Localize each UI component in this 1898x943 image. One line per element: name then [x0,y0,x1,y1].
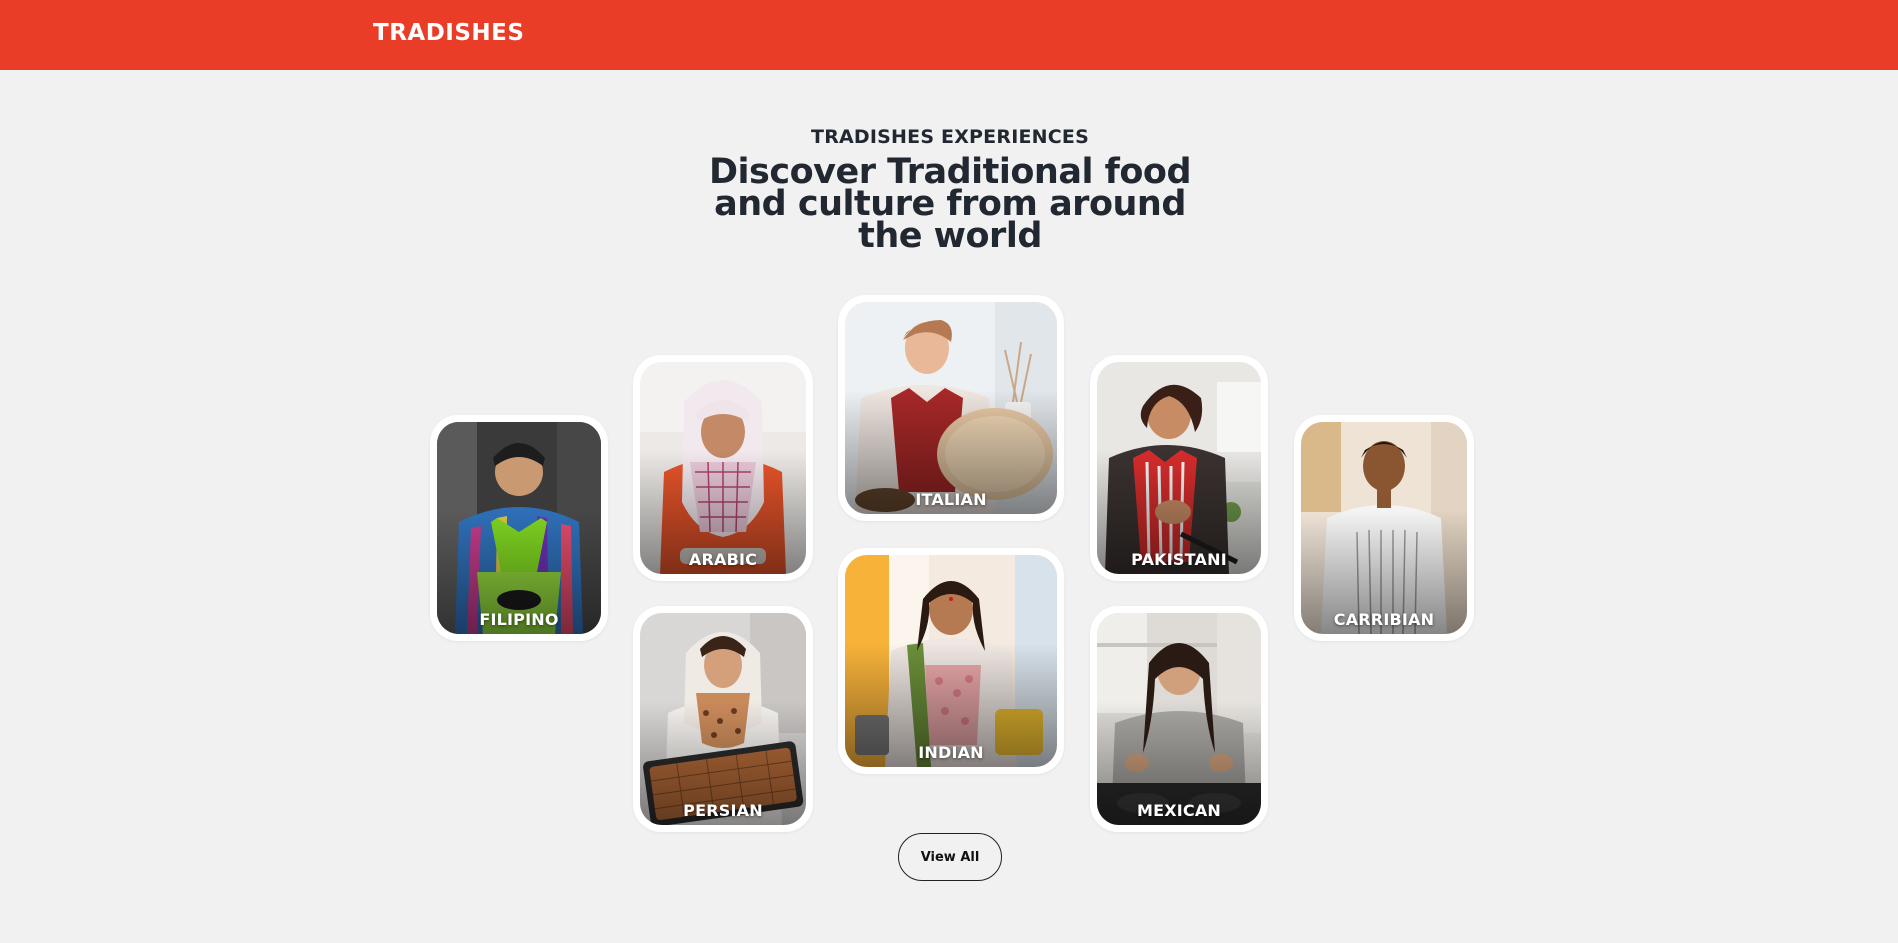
cuisine-card-persian[interactable]: PERSIAN [633,606,813,832]
cuisine-label-indian: INDIAN [918,743,984,762]
cuisine-card-pakistani[interactable]: PAKISTANI [1090,355,1268,581]
cuisine-label-carribian: CARRIBIAN [1333,610,1435,629]
cuisine-card-indian[interactable]: INDIAN [838,548,1064,774]
section-eyebrow: TRADISHES EXPERIENCES [811,126,1089,148]
cuisine-card-arabic[interactable]: ARABIC [633,355,813,581]
cuisine-label-pakistani: PAKISTANI [1131,550,1227,569]
brand-logo[interactable]: TRADISHES [373,20,524,46]
cuisine-label-mexican: MEXICAN [1136,801,1222,820]
cuisine-card-mexican[interactable]: MEXICAN [1090,606,1268,832]
cuisine-card-italian[interactable]: ITALIAN [838,295,1064,521]
cuisine-label-italian: ITALIAN [915,490,987,509]
cuisine-card-carribian[interactable]: CARRIBIAN [1294,415,1474,641]
cuisine-card-filipino[interactable]: FILIPINO [430,415,608,641]
section-headline: Discover Traditional food and culture fr… [700,155,1200,254]
view-all-button[interactable]: View All [898,833,1002,881]
cuisine-label-persian: PERSIAN [683,801,763,820]
cuisine-label-arabic: ARABIC [688,550,758,569]
headline-line-3: the world [858,216,1042,256]
top-nav-bar: TRADISHES [0,0,1898,70]
cuisine-label-filipino: FILIPINO [479,610,559,629]
